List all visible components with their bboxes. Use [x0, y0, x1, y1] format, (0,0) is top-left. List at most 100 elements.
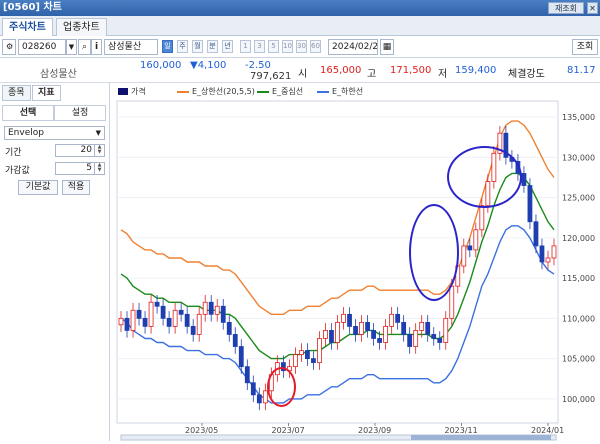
x-tick-label: 2023/11 — [445, 426, 478, 435]
y-tick-label: 130,000 — [562, 153, 595, 162]
param-period-value: 20 — [80, 145, 92, 155]
reload-button[interactable]: 재조회 — [548, 2, 584, 14]
candle-body — [383, 325, 389, 343]
window-title: [0560] 차트 — [3, 2, 62, 13]
y-tick-label: 135,000 — [562, 113, 595, 122]
code-dropdown-icon[interactable]: ▼ — [66, 39, 77, 55]
param-period-label: 기간 — [5, 148, 22, 158]
window-titlebar: [0560] 차트 재조회 ✕ — [0, 0, 600, 16]
y-tick-label: 115,000 — [562, 274, 595, 283]
subtab-select[interactable]: 선택 — [2, 105, 54, 121]
candle-body — [521, 173, 527, 186]
indicator-select-value: Envelop — [8, 128, 44, 138]
tab-indicators[interactable]: 지표 — [32, 85, 61, 101]
chart-scrollbar-thumb[interactable] — [411, 435, 551, 440]
candle-body — [305, 350, 310, 359]
close-icon[interactable]: ✕ — [587, 2, 598, 14]
candle-body — [407, 334, 413, 347]
low-label: 저 — [438, 69, 448, 80]
candle-body — [431, 334, 437, 339]
price-change-pct: -2.50 — [245, 60, 271, 71]
high-price: 171,500 — [390, 65, 432, 76]
calendar-icon[interactable]: ▦ — [380, 39, 394, 55]
period-button[interactable]: 3 — [254, 40, 265, 53]
period-button[interactable]: 1 — [240, 40, 251, 53]
indicator-panel: 종목 지표 선택 설정 Envelop ▼ 기간 20 ▲ ▼ 가감값 5 ▲ ▼ … — [0, 83, 110, 441]
tab-stock-chart[interactable]: 주식차트 — [2, 18, 53, 36]
candle-body — [473, 229, 479, 251]
candle-body — [142, 317, 148, 327]
candle-body — [365, 321, 370, 331]
period-button[interactable]: 60 — [310, 40, 321, 53]
period-button[interactable]: 일 — [162, 40, 173, 53]
tab-items[interactable]: 종목 — [2, 85, 31, 101]
legend-item: E_상한선(20,5,5) — [177, 86, 255, 97]
param-period-input[interactable]: 20 ▲ ▼ — [55, 144, 105, 157]
candle-body — [467, 245, 473, 251]
search-icon[interactable]: ⌕ — [78, 39, 91, 55]
candle-body — [244, 366, 250, 384]
param-offset-input[interactable]: 5 ▲ ▼ — [55, 162, 105, 175]
quote-bar: 삼성물산 160,000 ▼4,100 -2.50 797,621 시 165,… — [0, 59, 600, 83]
candle-body — [130, 309, 136, 331]
candle-body — [359, 321, 364, 335]
info-icon[interactable]: i — [91, 39, 102, 55]
candle-body — [196, 313, 202, 335]
y-tick-label: 110,000 — [562, 314, 595, 323]
stock-code-input[interactable]: 028260 — [18, 39, 66, 55]
y-tick-label: 105,000 — [562, 355, 595, 364]
legend-label: E_중심선 — [272, 87, 304, 96]
period-button[interactable]: 10 — [282, 40, 293, 53]
candle-body — [377, 338, 382, 343]
stock-name-field: 삼성물산 — [104, 39, 158, 55]
volume: 797,621 — [250, 71, 292, 82]
chevron-down-icon: ▼ — [95, 129, 101, 137]
period-button[interactable]: 30 — [296, 40, 307, 53]
x-tick-label: 2023/07 — [272, 426, 305, 435]
subtab-settings[interactable]: 설정 — [54, 105, 106, 121]
search-button[interactable]: 조회 — [572, 39, 598, 55]
legend-label: E_상한선(20,5,5) — [192, 87, 255, 96]
period-button[interactable]: 주 — [177, 40, 188, 53]
indicator-select[interactable]: Envelop ▼ — [4, 126, 105, 140]
settings-icon[interactable]: ⚙ — [2, 39, 16, 55]
candle-body — [220, 305, 226, 323]
high-label: 고 — [367, 69, 377, 80]
legend-swatch — [317, 90, 329, 93]
x-tick-label: 2023/05 — [185, 426, 218, 435]
spinner-arrows-icon[interactable]: ▲ ▼ — [94, 163, 104, 174]
legend-swatch — [257, 90, 269, 93]
legend-item: E_중심선 — [257, 86, 303, 97]
legend-item: E_하한선 — [317, 86, 363, 97]
candle-body — [293, 354, 298, 368]
candle-body — [148, 301, 154, 327]
candle-body — [341, 313, 346, 323]
open-label: 시 — [298, 69, 308, 80]
apply-button[interactable]: 적용 — [62, 180, 90, 195]
legend-item: 가격 — [118, 86, 146, 97]
default-button[interactable]: 기본값 — [18, 180, 58, 195]
candle-body — [323, 330, 328, 339]
candle-body — [545, 257, 551, 263]
period-button[interactable]: 분 — [207, 40, 218, 53]
annotation-circle-rise — [409, 204, 459, 301]
x-tick-label: 2024/01 — [531, 426, 564, 435]
param-offset-label: 가감값 — [5, 166, 30, 176]
price-chart-area: 100,000 105,000 110,000 115,000 120,000 125,0… — [111, 83, 600, 441]
candle-body — [425, 321, 431, 335]
y-tick-label: 100,000 — [562, 395, 595, 404]
current-price: 160,000 — [140, 60, 182, 71]
candle-body — [401, 321, 407, 335]
period-button[interactable]: 월 — [192, 40, 203, 53]
period-button[interactable]: 5 — [268, 40, 279, 53]
price-change: ▼4,100 — [190, 60, 227, 71]
candle-body — [419, 321, 425, 331]
spinner-arrows-icon[interactable]: ▲ ▼ — [94, 145, 104, 156]
period-button[interactable]: 년 — [222, 40, 233, 53]
date-field[interactable]: 2024/02/2 — [328, 39, 378, 55]
y-tick-label: 125,000 — [562, 194, 595, 203]
candle-body — [250, 382, 256, 396]
legend-swatch — [177, 90, 189, 93]
candle-body — [437, 338, 443, 343]
tab-sector-chart[interactable]: 업종차트 — [56, 18, 107, 36]
